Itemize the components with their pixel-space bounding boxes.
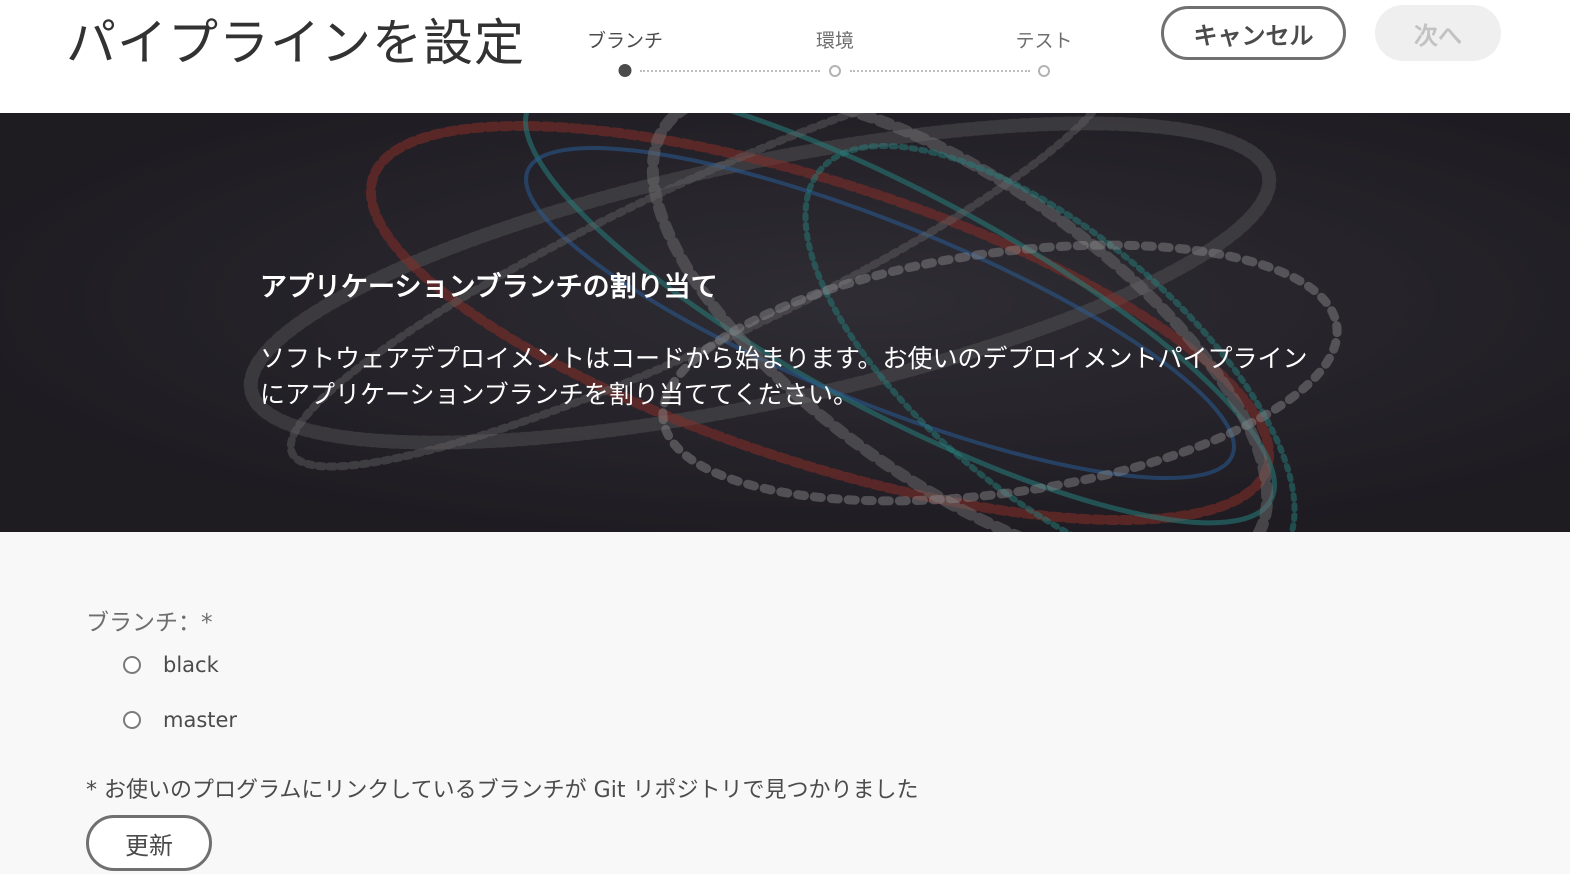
next-button[interactable]: 次へ	[1375, 5, 1501, 61]
step-indicator: ブランチ 環境 テスト	[560, 20, 1100, 90]
step-label-environment: 環境	[815, 30, 855, 52]
step-dot-pending	[829, 65, 841, 77]
step-connector	[850, 70, 1030, 72]
refresh-button[interactable]: 更新	[86, 815, 212, 871]
branch-option-master[interactable]: master	[123, 705, 237, 735]
radio-label: black	[163, 653, 219, 677]
header-bar: パイプラインを設定 ブランチ 環境 テスト キャンセル 次へ	[0, 0, 1570, 113]
branch-option-black[interactable]: black	[123, 650, 219, 680]
page-title: パイプラインを設定	[66, 14, 525, 72]
hero-title: アプリケーションブランチの割り当て	[260, 272, 718, 303]
step-dot-active	[618, 64, 632, 77]
step-connector	[640, 70, 820, 72]
step-dot-pending	[1038, 65, 1050, 77]
hero-description: ソフトウェアデプロイメントはコードから始まります。お使いのデプロイメントパイプラ…	[260, 344, 1308, 409]
radio-button[interactable]	[123, 656, 141, 674]
radio-label: master	[163, 708, 238, 732]
hero-background-art	[0, 113, 1570, 532]
branch-footnote: * お使いのプログラムにリンクしているブランチが Git リポジトリで見つかりま…	[86, 778, 919, 803]
step-label-test: テスト	[1015, 30, 1073, 52]
cancel-button[interactable]: キャンセル	[1161, 6, 1346, 60]
radio-button[interactable]	[123, 711, 141, 729]
hero-banner: アプリケーションブランチの割り当て ソフトウェアデプロイメントはコードから始まり…	[0, 113, 1570, 532]
branch-field-label: ブランチ：*	[86, 610, 213, 636]
step-label-branch: ブランチ	[586, 30, 664, 52]
